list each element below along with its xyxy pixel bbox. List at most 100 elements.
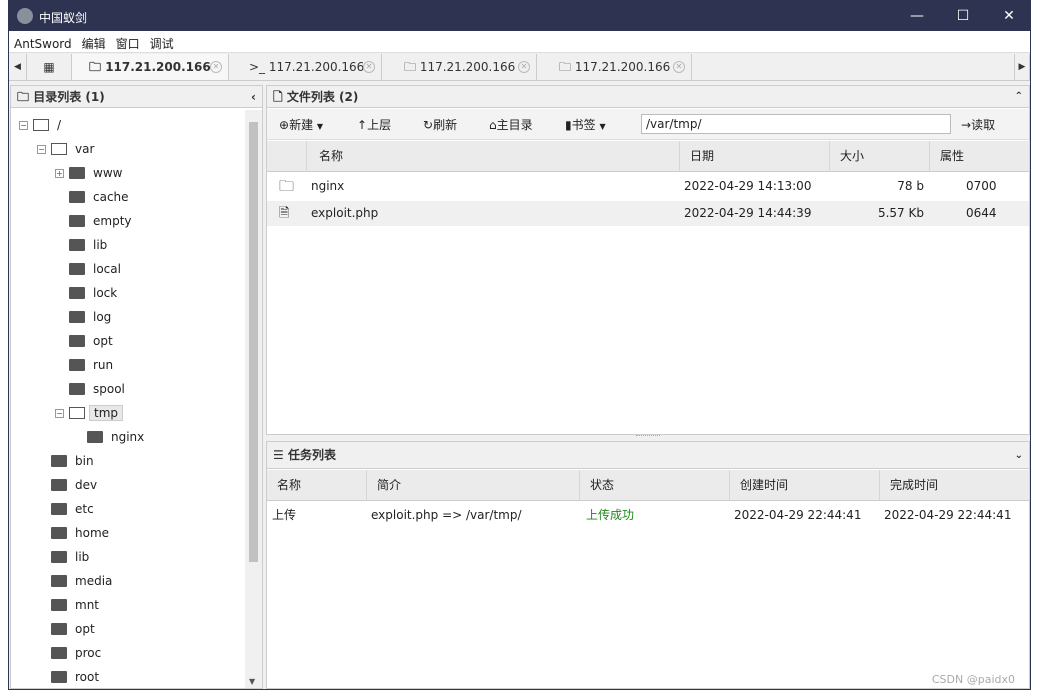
minimize-button[interactable]: — [894, 1, 940, 31]
tree-node[interactable]: run [69, 354, 113, 376]
tree-node[interactable]: nginx [87, 426, 144, 448]
collapse-node-icon[interactable]: − [19, 121, 28, 130]
read-button[interactable]: →读取 [961, 115, 995, 135]
tree-scrollbar[interactable]: ▼ [245, 110, 262, 688]
task-panel: ☰ 任务列表 ⌄ 名称 简介 状态 创建时间 完成时间 上传 exploit.ph… [266, 441, 1030, 689]
column-header-desc[interactable]: 简介 [367, 470, 580, 501]
folder-icon [87, 431, 103, 443]
up-button[interactable]: ↑上层 [357, 115, 391, 135]
watermark: CSDN @paidx0 [931, 673, 1015, 686]
column-header-size[interactable]: 大小 [830, 141, 930, 172]
tree-node[interactable]: empty [69, 210, 132, 232]
folder-icon [69, 311, 85, 323]
collapse-down-icon[interactable]: ⌄ [1015, 442, 1023, 469]
tab-terminal[interactable]: >_ 117.21.200.166 ✕ [229, 54, 382, 80]
column-header-date[interactable]: 日期 [680, 141, 830, 172]
tab-scroll-right-button[interactable]: ▶ [1014, 54, 1030, 80]
status-success: 上传成功 [586, 508, 635, 522]
column-header-name[interactable]: 名称 [267, 470, 367, 501]
tree-node[interactable]: lib [69, 234, 107, 256]
menu-bar: AntSword 编辑 窗口 调试 [9, 31, 1030, 53]
tab-bar: ◀ ▦ 🗀 117.21.200.166 ✕ >_ 117.21.200.166 ✕… [9, 54, 1030, 81]
menu-antsword[interactable]: AntSword [9, 33, 77, 51]
collapse-up-icon[interactable]: ⌃ [1015, 86, 1023, 108]
path-input[interactable]: /var/tmp/ [641, 114, 951, 134]
tab-close-icon[interactable]: ✕ [363, 61, 375, 73]
grid-icon: ▦ [43, 60, 55, 74]
new-button[interactable]: ⊕新建 ▼ [279, 115, 323, 135]
home-dir-button[interactable]: ⌂主目录 [489, 115, 533, 135]
column-header-name[interactable]: 名称 [307, 141, 680, 172]
splitter-handle[interactable] [636, 435, 660, 436]
terminal-icon: >_ [249, 60, 266, 74]
tree-node[interactable]: cache [69, 186, 129, 208]
expand-node-icon[interactable]: + [55, 169, 64, 178]
task-row[interactable]: 上传 exploit.php => /var/tmp/ 上传成功 2022-04… [267, 503, 1029, 528]
menu-debug[interactable]: 调试 [145, 31, 179, 52]
tree-node[interactable]: var [51, 138, 94, 160]
tab-close-icon[interactable]: ✕ [518, 61, 530, 73]
folder-icon [51, 575, 67, 587]
title-bar: 中国蚁剑 — ☐ ✕ [9, 1, 1030, 31]
collapse-node-icon[interactable]: − [37, 145, 46, 154]
menu-edit[interactable]: 编辑 [77, 31, 111, 52]
folder-icon [69, 167, 85, 179]
tree-node[interactable]: root [51, 666, 99, 688]
tree-node[interactable]: home [51, 522, 109, 544]
collapse-panel-icon[interactable]: ‹ [251, 86, 256, 108]
directory-panel-header: 🗀 目录列表 (1) ‹ [11, 86, 262, 108]
column-header-finished[interactable]: 完成时间 [880, 470, 1030, 501]
refresh-icon: ↻ [423, 118, 434, 132]
folder-icon [69, 287, 85, 299]
tree-node[interactable]: etc [51, 498, 94, 520]
bookmark-icon: ▮ [565, 118, 572, 132]
scrollbar-thumb[interactable] [249, 122, 258, 562]
file-toolbar: ⊕新建 ▼ ↑上层 ↻刷新 ⌂主目录 ▮书签 ▼ /var/tmp/ →读取 [267, 109, 1029, 140]
grid-home-tab[interactable]: ▦ [27, 54, 72, 80]
column-header-perm[interactable]: 属性 [930, 141, 1030, 172]
close-button[interactable]: ✕ [986, 1, 1032, 31]
caret-down-icon: ▼ [316, 122, 324, 131]
file-row[interactable]: 🗎 exploit.php 2022-04-29 14:44:39 5.57 K… [267, 201, 1029, 226]
menu-window[interactable]: 窗口 [111, 31, 145, 52]
tab-file-manager[interactable]: 🗀 117.21.200.166 ✕ [72, 54, 229, 80]
tree-node[interactable]: www [69, 162, 122, 184]
bookmark-button[interactable]: ▮书签 ▼ [565, 115, 606, 135]
folder-open-icon [51, 143, 67, 155]
tab-file-manager-3[interactable]: 🗀 117.21.200.166 ✕ [537, 54, 692, 80]
plus-circle-icon: ⊕ [279, 118, 290, 132]
collapse-node-icon[interactable]: − [55, 409, 64, 418]
tab-scroll-left-button[interactable]: ◀ [9, 54, 27, 80]
refresh-button[interactable]: ↻刷新 [423, 115, 457, 135]
php-file-icon: 🗎 [279, 206, 290, 221]
tree-node[interactable]: opt [51, 618, 95, 640]
folder-icon [51, 479, 67, 491]
folder-open-icon [69, 407, 85, 419]
folder-icon [69, 359, 85, 371]
folder-icon [69, 383, 85, 395]
column-header-status[interactable]: 状态 [580, 470, 730, 501]
tree-node[interactable]: dev [51, 474, 97, 496]
file-panel: 🗋 文件列表 (2) ⌃ ⊕新建 ▼ ↑上层 ↻刷新 ⌂主目录 ▮书签 ▼ /va… [266, 85, 1030, 435]
folder-icon [51, 623, 67, 635]
maximize-button[interactable]: ☐ [940, 1, 986, 31]
tab-close-icon[interactable]: ✕ [673, 61, 685, 73]
tree-node[interactable]: lib [51, 546, 89, 568]
tree-node[interactable]: media [51, 570, 112, 592]
tree-node[interactable]: bin [51, 450, 94, 472]
column-header-created[interactable]: 创建时间 [730, 470, 880, 501]
tree-node[interactable]: local [69, 258, 121, 280]
tree-node[interactable]: spool [69, 378, 125, 400]
tab-close-icon[interactable]: ✕ [210, 61, 222, 73]
folder-icon: 🗀 [17, 90, 34, 104]
tab-file-manager-2[interactable]: 🗀 117.21.200.166 ✕ [382, 54, 537, 80]
tree-node[interactable]: lock [69, 282, 117, 304]
tree-node[interactable]: mnt [51, 594, 99, 616]
file-row[interactable]: 🗀 nginx 2022-04-29 14:13:00 78 b 0700 [267, 174, 1029, 199]
tree-node[interactable]: opt [69, 330, 113, 352]
tree-node[interactable]: log [69, 306, 111, 328]
folder-icon [51, 503, 67, 515]
tree-node[interactable]: proc [51, 642, 101, 664]
tree-node[interactable]: / [33, 114, 61, 136]
tree-node[interactable]: tmp [69, 402, 124, 424]
